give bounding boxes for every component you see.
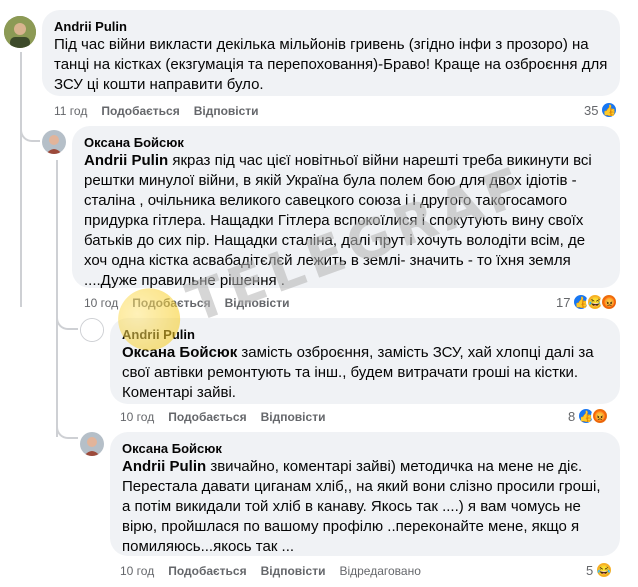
edited-label[interactable]: Відредаговано bbox=[339, 564, 420, 578]
haha-reaction-icon: 😂 bbox=[595, 561, 614, 579]
comment-text: Оксана Бойсюк замість озброєння, замість… bbox=[122, 343, 608, 403]
comment-bubble: Andrii Pulin Під час війни викласти декі… bbox=[42, 10, 620, 96]
angry-reaction-icon: 😡 bbox=[591, 407, 610, 425]
reaction-count: 5 bbox=[586, 562, 594, 578]
reply-button[interactable]: Відповісти bbox=[261, 410, 326, 424]
like-reaction-icon: 👍 bbox=[600, 101, 619, 119]
like-button[interactable]: Подобається bbox=[101, 104, 179, 118]
comment-time[interactable]: 10 год bbox=[84, 296, 118, 310]
comment-time[interactable]: 10 год bbox=[120, 410, 154, 424]
comment-text: Andrii Pulin звичайно, коментарі зайві) … bbox=[122, 457, 608, 557]
mention-link[interactable]: Оксана Бойсюк bbox=[122, 344, 237, 361]
like-button[interactable]: Подобається bbox=[168, 410, 246, 424]
angry-reaction-icon: 😡 bbox=[600, 293, 619, 311]
thread-line bbox=[20, 52, 22, 307]
like-button[interactable]: Подобається bbox=[132, 296, 210, 310]
comment-bubble: Оксана Бойсюк Andrii Pulin якраз під час… bbox=[72, 126, 620, 291]
comment-time[interactable]: 10 год bbox=[120, 564, 154, 578]
comment-bubble: Оксана Бойсюк Andrii Pulin звичайно, ком… bbox=[110, 432, 620, 556]
reaction-summary[interactable]: 8 👍 😡 bbox=[568, 407, 610, 425]
comment-author[interactable]: Оксана Бойсюк bbox=[122, 440, 608, 457]
comment-bubble: Andrii Pulin Оксана Бойсюк замість озбро… bbox=[110, 318, 620, 404]
comment-author[interactable]: Оксана Бойсюк bbox=[84, 134, 608, 151]
comment-actions: 11 год Подобається Відповісти bbox=[54, 104, 259, 118]
thread-connector bbox=[20, 120, 40, 142]
profile-photo-icon bbox=[4, 16, 36, 48]
profile-photo-icon bbox=[80, 432, 104, 456]
profile-photo-icon bbox=[81, 319, 103, 341]
mention-link[interactable]: Andrii Pulin bbox=[122, 458, 206, 475]
reaction-count: 17 bbox=[556, 294, 571, 310]
mention-link[interactable]: Andrii Pulin bbox=[84, 152, 168, 169]
comment-text: Andrii Pulin якраз під час цієї новітньо… bbox=[84, 151, 608, 291]
avatar[interactable] bbox=[4, 16, 36, 48]
comment-actions: 10 год Подобається Відповісти bbox=[120, 410, 325, 424]
avatar[interactable] bbox=[42, 130, 66, 154]
avatar[interactable] bbox=[80, 318, 104, 342]
comment-body: якраз під час цієї новітньої війни нареш… bbox=[84, 152, 592, 289]
reaction-count: 35 bbox=[584, 102, 599, 118]
comment-actions: 10 год Подобається Відповісти Відредагов… bbox=[120, 564, 421, 578]
comment-time[interactable]: 11 год bbox=[54, 104, 87, 118]
thread-connector bbox=[56, 300, 78, 330]
comment-text: Під час війни викласти декілька мільйоні… bbox=[54, 36, 608, 93]
reaction-summary[interactable]: 17 👍 😂 😡 bbox=[556, 293, 619, 311]
reaction-summary[interactable]: 5 😂 bbox=[586, 561, 614, 579]
thread-line bbox=[56, 160, 58, 437]
reply-button[interactable]: Відповісти bbox=[261, 564, 326, 578]
reaction-count: 8 bbox=[568, 408, 576, 424]
reaction-summary[interactable]: 35 👍 bbox=[584, 101, 619, 119]
comment-author[interactable]: Andrii Pulin bbox=[122, 326, 608, 343]
avatar[interactable] bbox=[80, 432, 104, 456]
reply-button[interactable]: Відповісти bbox=[194, 104, 259, 118]
thread-connector bbox=[56, 407, 78, 439]
comment-actions: 10 год Подобається Відповісти bbox=[84, 296, 289, 310]
like-button[interactable]: Подобається bbox=[168, 564, 246, 578]
reply-button[interactable]: Відповісти bbox=[225, 296, 290, 310]
comment-author[interactable]: Andrii Pulin bbox=[54, 18, 608, 35]
profile-photo-icon bbox=[42, 130, 66, 154]
